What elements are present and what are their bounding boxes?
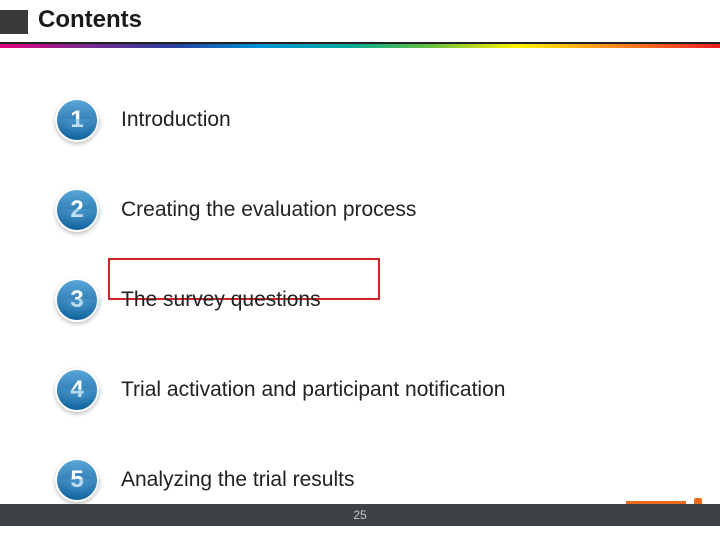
contents-item-4: 4 Trial activation and participant notif… [55, 345, 700, 435]
page-number: 25 [353, 508, 366, 522]
number-badge-4: 4 [55, 368, 99, 412]
footer-bar: 25 [0, 504, 720, 526]
contents-label-1: Introduction [121, 108, 231, 132]
contents-label-2: Creating the evaluation process [121, 198, 416, 222]
contents-label-5: Analyzing the trial results [121, 468, 354, 492]
contents-list: 1 Introduction 2 Creating the evaluation… [55, 75, 700, 525]
number-badge-5: 5 [55, 458, 99, 502]
contents-item-3: 3 The survey questions [55, 255, 700, 345]
contents-item-1: 1 Introduction [55, 75, 700, 165]
header-accent-block [0, 10, 28, 34]
contents-label-3: The survey questions [121, 288, 321, 312]
number-badge-3: 3 [55, 278, 99, 322]
number-badge-2: 2 [55, 188, 99, 232]
page-title: Contents [38, 6, 142, 34]
rainbow-stripe [0, 44, 720, 48]
number-badge-1: 1 [55, 98, 99, 142]
slide: Contents 1 Introduction 2 Creating the e… [0, 0, 720, 540]
contents-label-4: Trial activation and participant notific… [121, 378, 505, 402]
contents-item-2: 2 Creating the evaluation process [55, 165, 700, 255]
